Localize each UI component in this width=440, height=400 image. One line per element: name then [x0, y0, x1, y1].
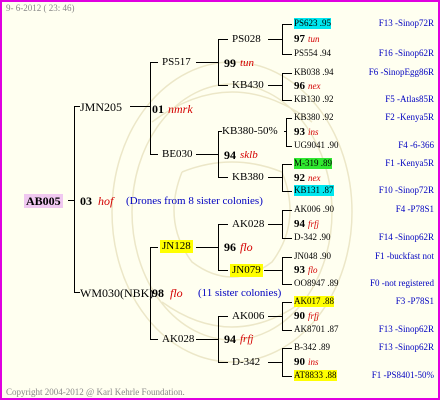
sinop-m319: F1 -Kenya5R — [385, 158, 434, 168]
gen4-b342: B-342 .89 — [294, 342, 330, 352]
gen2-ak028: AK028 — [162, 333, 195, 345]
sinop-kb131: F10 -Sinop72R — [378, 185, 434, 195]
gen4-kb380-92: KB380 .92 — [294, 112, 334, 122]
gen4-kb380-breed: nex — [308, 173, 321, 183]
sinop-ak017: F3 -P78S1 — [395, 296, 434, 306]
gen4-ak017: AK017 .88 — [294, 296, 334, 307]
gen4-kb380-50-breed: ins — [308, 127, 319, 137]
header-date: 9- 6-2012 ( 23: 46) — [6, 3, 75, 13]
gen3-ak028-breed: frfj — [240, 333, 254, 345]
gen4-jn048: JN048 .90 — [294, 251, 332, 261]
gen4-ug9041: UG9041 .90 — [294, 140, 339, 150]
gen1-dam-note: (11 sister colonies) — [198, 287, 282, 299]
gen2-wm-number: 96 — [224, 240, 236, 254]
sinop-b342: F13 -Sinop62R — [378, 342, 434, 352]
gen3-ps028: PS028 — [232, 33, 261, 45]
gen4-ak006-number: 90 — [294, 310, 305, 322]
gen3-ak006: AK006 — [232, 310, 265, 322]
gen2-jmn-breed: nmrk — [168, 102, 193, 116]
sinop-oo8947: F0 -not registered — [370, 278, 434, 288]
gen3-be030-number: 94 — [224, 148, 236, 162]
gen4-d342-breed: ins — [308, 357, 319, 367]
sinop-ak8701: F13 -Sinop62R — [378, 324, 434, 334]
gen1-dam-id: WM030(NBK) — [80, 286, 154, 300]
gen2-ps517: PS517 — [162, 56, 191, 68]
gen3-kb380: KB380 — [232, 171, 264, 183]
gen3-ps517-number: 99 — [224, 56, 236, 70]
gen3-d342: D-342 — [232, 356, 261, 368]
gen2-wm-breed: flo — [240, 240, 253, 254]
gen4-kb430-breed: nex — [308, 81, 321, 91]
gen4-kb130: KB130 .92 — [294, 94, 334, 104]
gen4-ps028-number: 97 — [294, 33, 305, 45]
gen3-be030-breed: sklb — [240, 149, 258, 161]
gen4-m319: M-319 .89 — [294, 158, 332, 169]
gen3-ak028-number: 94 — [224, 332, 236, 346]
gen4-kb430-number: 96 — [294, 80, 305, 92]
sinop-ak006: F4 -P78S1 — [395, 204, 434, 214]
sinop-ug9041: F4 -6-366 — [398, 140, 434, 150]
gen3-kb430: KB430 — [232, 79, 264, 91]
gen4-oo8947: OO8947 .89 — [294, 278, 339, 288]
sinop-jn048: F1 -buckfast not — [375, 251, 434, 261]
sinop-kb380: F2 -Kenya5R — [385, 112, 434, 122]
sinop-ps623: F13 -Sinop72R — [378, 18, 434, 28]
sinop-d342: F14 -Sinop62R — [378, 232, 434, 242]
gen1-sire-id: JMN205 — [80, 100, 123, 114]
gen4-jn079-breed: flo — [308, 265, 318, 275]
gen4-ps554: PS554 .94 — [294, 48, 332, 58]
gen2-be030: BE030 — [162, 148, 193, 160]
gen3-jn079: JN079 — [230, 264, 263, 277]
root-queen-id: AB005 — [24, 194, 63, 208]
gen4-ak028-breed: frfj — [308, 219, 320, 229]
gen1-dam-breed: flo — [170, 286, 183, 300]
gen2-jmn-number: 01 — [152, 102, 164, 116]
gen4-ak006: AK006 .90 — [294, 204, 334, 214]
root-queen-number: 03 — [80, 194, 92, 208]
sinop-ps554: F16 -Sinop62R — [378, 48, 434, 58]
root-drone-note: (Drones from 8 sister colonies) — [126, 195, 263, 207]
gen2-jn128: JN128 — [160, 240, 193, 253]
gen4-ps028-breed: tun — [308, 34, 320, 44]
gen4-kb380-50-number: 93 — [294, 126, 305, 138]
gen1-dam-number: 98 — [152, 286, 164, 300]
gen4-ak028-number: 94 — [294, 218, 305, 230]
gen3-ak028: AK028 — [232, 218, 265, 230]
gen4-ak006-breed: frfj — [308, 311, 320, 321]
root-queen-breed: hof — [98, 194, 114, 208]
gen4-d342-90: D-342 .90 — [294, 232, 331, 242]
footer-copyright: Copyright 2004-2012 @ Karl Kehrle Founda… — [6, 387, 185, 397]
gen4-at8833: AT8833 .88 — [294, 370, 337, 381]
pedigree-frame: 9- 6-2012 ( 23: 46) Copyright 2004-2012 … — [0, 0, 440, 400]
gen4-d342-number: 90 — [294, 356, 305, 368]
sinop-kb130: F5 -Atlas85R — [385, 94, 434, 104]
gen4-kb131: KB131 .87 — [294, 185, 334, 196]
gen3-kb380-50: KB380-50% — [222, 125, 278, 137]
gen4-jn079-number: 93 — [294, 264, 305, 276]
gen4-kb380-number: 92 — [294, 172, 305, 184]
sinop-kb038: F6 -SinopEgg86R — [368, 67, 434, 77]
gen4-kb038: KB038 .94 — [294, 67, 334, 77]
gen4-ps623: PS623 .95 — [294, 18, 332, 29]
gen4-ak8701: AK8701 .87 — [294, 324, 339, 334]
sinop-at8833: F1 -PS8401-50% — [371, 370, 434, 380]
gen3-ps517-breed: tun — [240, 57, 255, 69]
